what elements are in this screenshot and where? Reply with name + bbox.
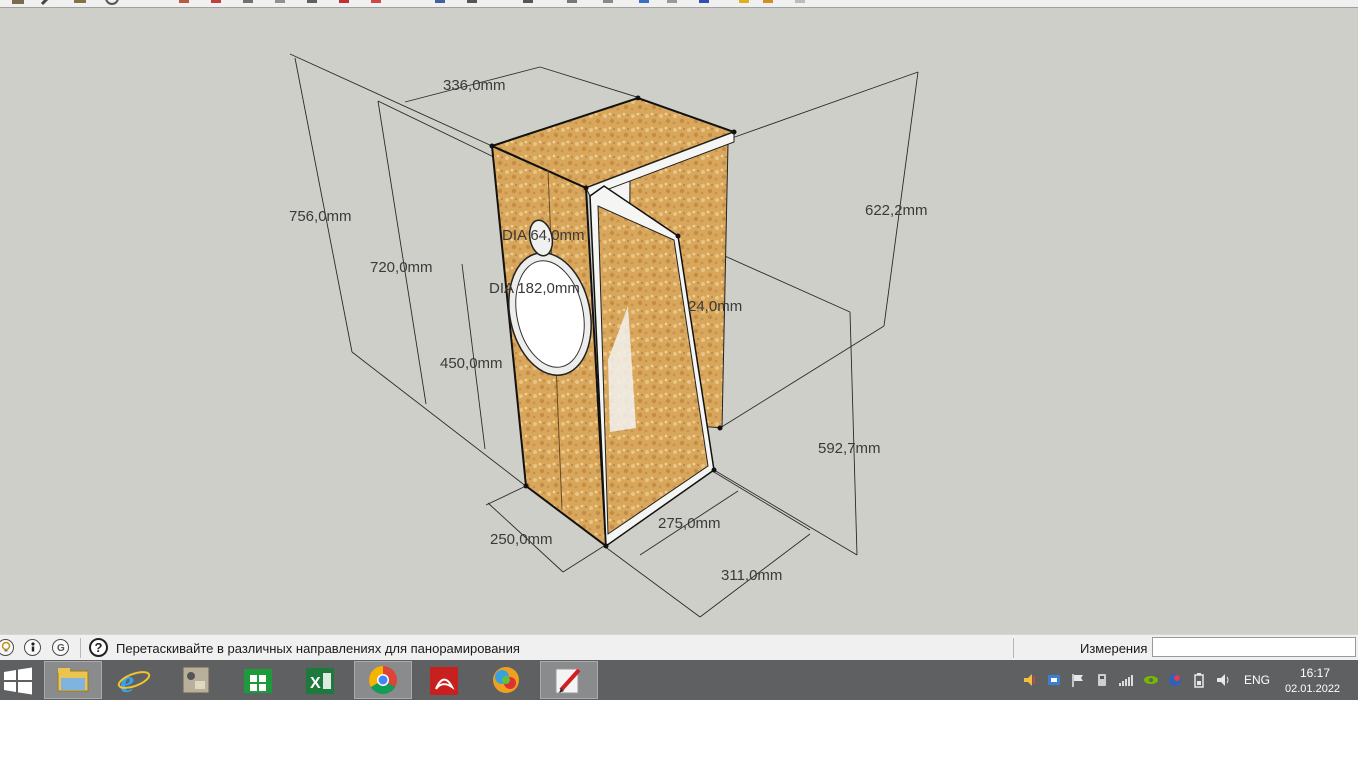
chrome-icon bbox=[369, 666, 397, 694]
battery-icon[interactable] bbox=[1191, 672, 1207, 688]
windows-logo-icon bbox=[4, 667, 32, 695]
network-adapter-icon[interactable] bbox=[1046, 672, 1062, 688]
dim-height-outer: 756,0mm bbox=[289, 208, 352, 225]
clock-date[interactable]: 02.01.2022 bbox=[1285, 683, 1340, 695]
zoom-extents-icon[interactable] bbox=[696, 0, 712, 6]
dim-depth-bottom: 250,0mm bbox=[490, 531, 553, 548]
empty-area bbox=[0, 700, 1366, 768]
warehouse-icon[interactable] bbox=[736, 0, 752, 6]
taskbar-sketchup[interactable] bbox=[540, 661, 598, 699]
geo-location-icon[interactable]: G bbox=[52, 639, 69, 656]
acrobat-icon bbox=[430, 667, 458, 695]
usb-device-icon[interactable] bbox=[1094, 672, 1110, 688]
rotate-tool-icon[interactable] bbox=[240, 0, 256, 6]
rectangle-tool-icon[interactable] bbox=[72, 0, 88, 6]
toolbar-icon[interactable] bbox=[10, 0, 26, 6]
status-bar: G ? Перетаскивайте в различных направлен… bbox=[0, 634, 1358, 661]
speaker-cabinet-model[interactable]: 336,0mm 756,0mm 720,0mm 450,0mm DIA 64,0… bbox=[0, 8, 1358, 634]
tape-measure-icon[interactable] bbox=[432, 0, 448, 6]
status-message: Перетаскивайте в различных направлениях … bbox=[116, 641, 520, 656]
taskbar-excel[interactable]: X bbox=[292, 661, 350, 699]
dim-woofer-dia: DIA 182,0mm bbox=[489, 280, 580, 297]
language-indicator[interactable]: ENG bbox=[1244, 673, 1270, 687]
svg-text:G: G bbox=[57, 643, 65, 654]
scale-tool-icon[interactable] bbox=[272, 0, 288, 6]
taskbar-internet-explorer[interactable]: e bbox=[106, 661, 164, 699]
sketchup-icon bbox=[555, 668, 581, 694]
photo-app-icon bbox=[493, 667, 519, 693]
help-icon[interactable]: ? bbox=[89, 638, 108, 657]
share-model-icon[interactable] bbox=[792, 0, 808, 6]
zoom-window-icon[interactable] bbox=[664, 0, 680, 6]
measurements-label: Измерения bbox=[1080, 641, 1148, 656]
status-divider bbox=[80, 638, 81, 658]
pencil-icon[interactable] bbox=[40, 0, 56, 6]
status-divider bbox=[1013, 638, 1014, 658]
dim-height-port: 592,7mm bbox=[818, 440, 881, 457]
clock-time[interactable]: 16:17 bbox=[1300, 666, 1330, 680]
start-button[interactable] bbox=[0, 661, 38, 699]
windows-store-icon bbox=[244, 669, 272, 693]
signal-strength-icon[interactable] bbox=[1118, 672, 1134, 688]
app-tray-icon[interactable] bbox=[1167, 672, 1183, 688]
zoom-tool-icon[interactable] bbox=[636, 0, 652, 6]
model-viewport[interactable]: 336,0mm 756,0mm 720,0mm 450,0mm DIA 64,0… bbox=[0, 8, 1358, 634]
pan-tool-icon[interactable] bbox=[600, 0, 616, 6]
dim-height-back: 622,2mm bbox=[865, 202, 928, 219]
dim-height-inner: 720,0mm bbox=[370, 259, 433, 276]
dim-panel-thickness: 24,0mm bbox=[688, 298, 742, 315]
push-pull-icon[interactable] bbox=[176, 0, 192, 6]
action-center-flag-icon[interactable] bbox=[1070, 672, 1086, 688]
taskbar-acrobat[interactable] bbox=[416, 661, 474, 699]
excel-icon: X bbox=[306, 668, 334, 694]
window-edge bbox=[1358, 0, 1366, 660]
taskbar-file-explorer[interactable] bbox=[44, 661, 102, 699]
internet-explorer-icon: e bbox=[117, 663, 151, 699]
file-explorer-icon bbox=[57, 668, 89, 692]
taskbar-store[interactable] bbox=[230, 661, 288, 699]
lightbulb-icon[interactable] bbox=[0, 639, 14, 656]
paint-tool-icon[interactable] bbox=[336, 0, 352, 6]
circle-tool-icon[interactable] bbox=[104, 0, 120, 6]
dim-inner-depth: 275,0mm bbox=[658, 515, 721, 532]
taskbar-control-panel[interactable] bbox=[168, 661, 226, 699]
orbit-tool-icon[interactable] bbox=[564, 0, 580, 6]
eraser-tool-icon[interactable] bbox=[368, 0, 384, 6]
text-tool-icon[interactable] bbox=[520, 0, 536, 6]
control-panel-icon bbox=[182, 666, 210, 694]
dimension-tool-icon[interactable] bbox=[464, 0, 480, 6]
taskbar-photo-app[interactable] bbox=[478, 661, 536, 699]
svg-text:X: X bbox=[310, 675, 321, 692]
taskbar-chrome[interactable] bbox=[354, 661, 412, 699]
volume-icon[interactable] bbox=[1022, 672, 1038, 688]
offset-tool-icon[interactable] bbox=[304, 0, 320, 6]
speaker-icon[interactable] bbox=[1215, 672, 1231, 688]
dim-tweeter-dia: DIA 64,0mm bbox=[502, 227, 585, 244]
taskbar: e X ENG 16:17 02.01.2022 bbox=[0, 660, 1358, 700]
measurements-input[interactable] bbox=[1152, 637, 1356, 657]
extension-icon[interactable] bbox=[760, 0, 776, 6]
info-person-icon[interactable] bbox=[24, 639, 41, 656]
toolbar bbox=[0, 0, 1358, 8]
nvidia-icon[interactable] bbox=[1143, 672, 1159, 688]
dim-driver-height: 450,0mm bbox=[440, 355, 503, 372]
dim-outer-depth: 311,0mm bbox=[721, 567, 782, 584]
move-tool-icon[interactable] bbox=[208, 0, 224, 6]
dim-width-top: 336,0mm bbox=[443, 77, 506, 94]
